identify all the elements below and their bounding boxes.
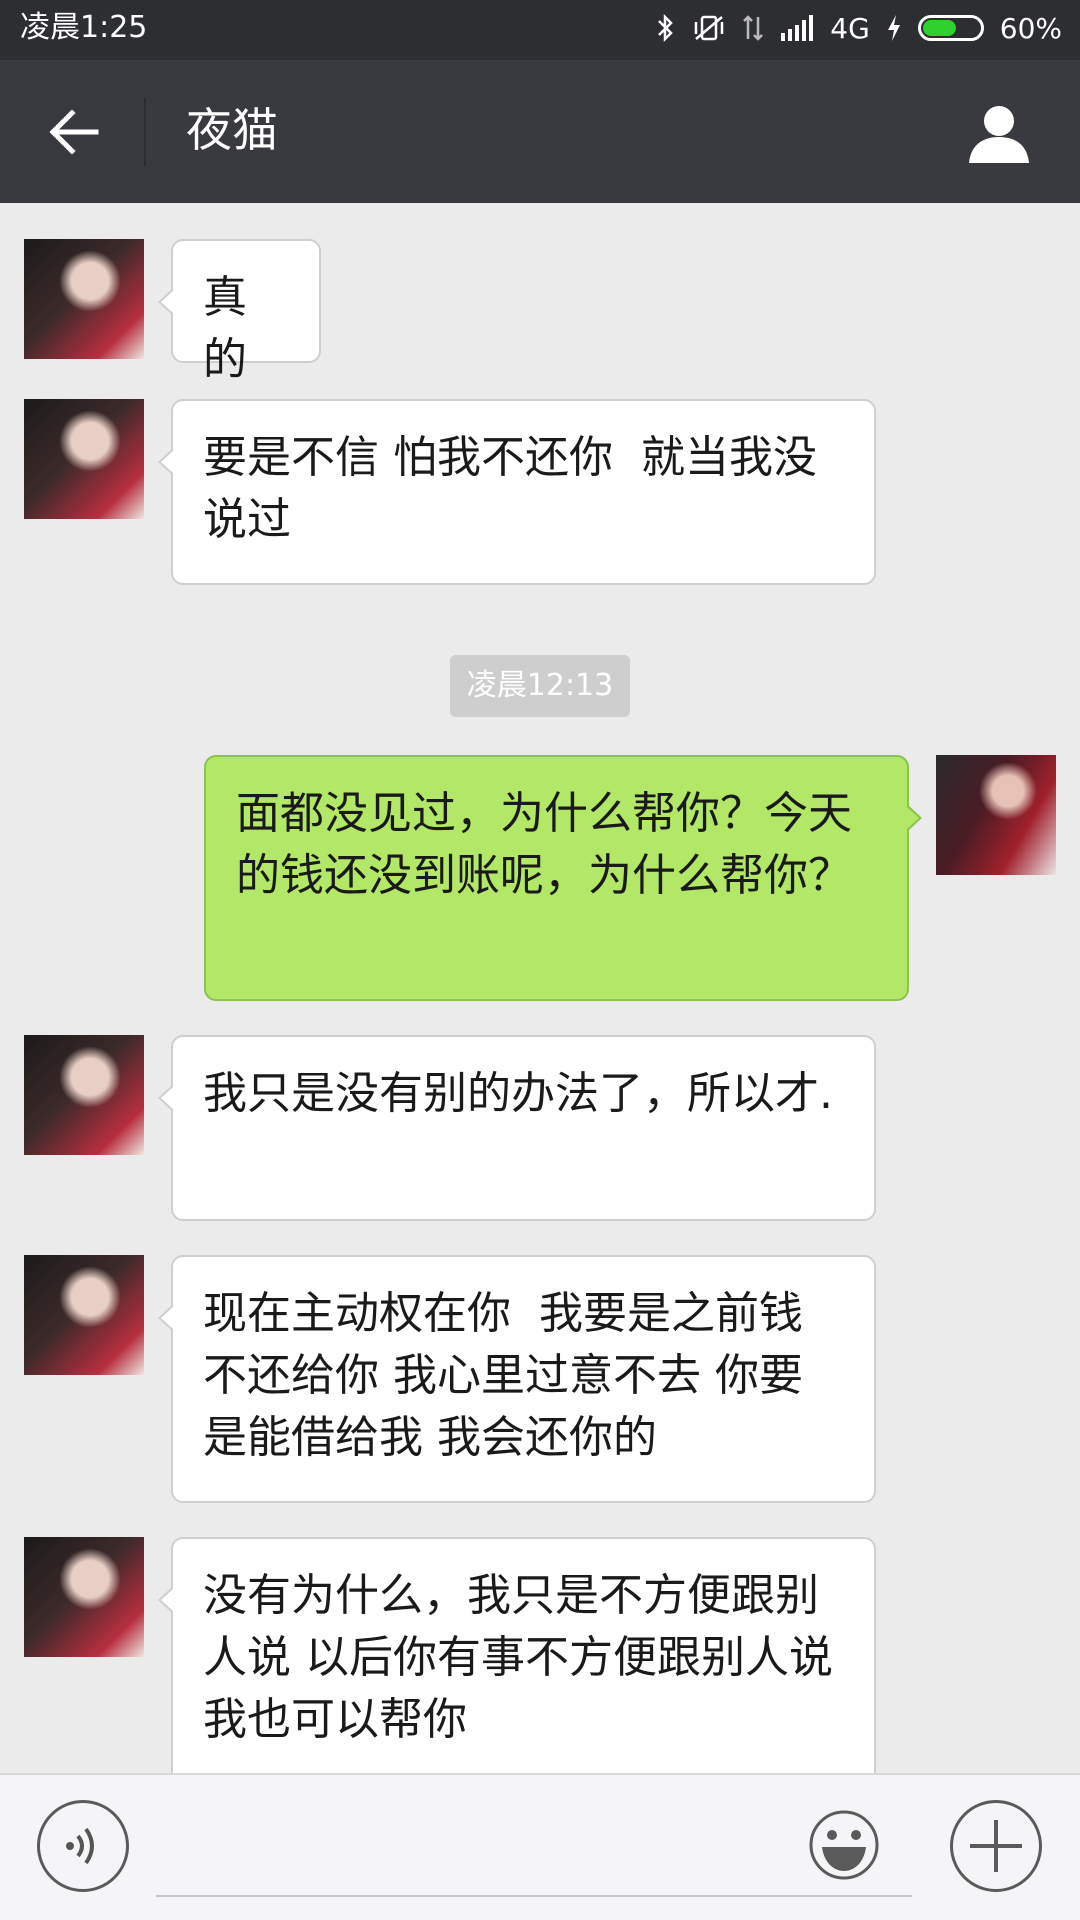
- message-input[interactable]: [156, 1895, 912, 1897]
- battery-icon: [917, 15, 984, 41]
- received-message[interactable]: 现在主动权在你 我要是之前钱不还给你 我心里过意不去 你要是能借给我 我会还你的: [158, 1255, 876, 1503]
- received-message[interactable]: 我只是没有别的办法了，所以才.: [158, 1035, 876, 1221]
- person-icon: [969, 106, 1029, 163]
- contact-avatar[interactable]: [24, 1255, 144, 1375]
- more-button[interactable]: [950, 1800, 1042, 1892]
- voice-icon: [66, 1827, 94, 1865]
- data-arrows-icon: [742, 13, 764, 43]
- contact-avatar[interactable]: [24, 1035, 144, 1155]
- contact-avatar[interactable]: [24, 239, 144, 359]
- battery-percent: 60%: [999, 11, 1062, 45]
- profile-button[interactable]: [964, 98, 1034, 168]
- status-time: 凌晨1:25: [20, 10, 148, 45]
- input-bar: [0, 1773, 1080, 1920]
- voice-button[interactable]: [37, 1800, 129, 1892]
- arrow-left-icon: [49, 109, 99, 155]
- timestamp-divider: 凌晨12:13: [450, 655, 630, 717]
- my-avatar[interactable]: [936, 755, 1056, 875]
- contact-avatar[interactable]: [24, 399, 144, 519]
- emoji-button[interactable]: [808, 1809, 880, 1881]
- page-title: 夜猫: [186, 103, 278, 157]
- charging-icon: [886, 13, 902, 43]
- message-list[interactable]: 真的 要是不信 怕我不还你 就当我没说过 凌晨12:13 面都没见过，为什么帮你…: [0, 203, 1080, 1773]
- sent-message[interactable]: 面都没见过，为什么帮你？今天的钱还没到账呢，为什么帮你？: [204, 755, 922, 1001]
- back-button[interactable]: [42, 100, 106, 164]
- vibrate-mute-icon: [692, 13, 726, 43]
- status-bar: 凌晨1:25 4G 60%: [0, 0, 1080, 60]
- received-message[interactable]: 没有为什么，我只是不方便跟别人说 以后你有事不方便跟别人说 我也可以帮你: [158, 1537, 876, 1773]
- chat-header: 夜猫: [0, 60, 1080, 203]
- received-message[interactable]: 要是不信 怕我不还你 就当我没说过: [158, 399, 876, 585]
- bluetooth-icon: [656, 13, 676, 43]
- contact-avatar[interactable]: [24, 1537, 144, 1657]
- signal-icon: [780, 15, 814, 41]
- network-type: 4G: [830, 11, 870, 45]
- status-icons: 4G 60%: [656, 8, 1062, 48]
- received-message[interactable]: 真的: [158, 239, 321, 385]
- header-divider: [144, 98, 146, 166]
- plus-icon: [970, 1820, 1022, 1872]
- emoji-icon: [809, 1810, 879, 1880]
